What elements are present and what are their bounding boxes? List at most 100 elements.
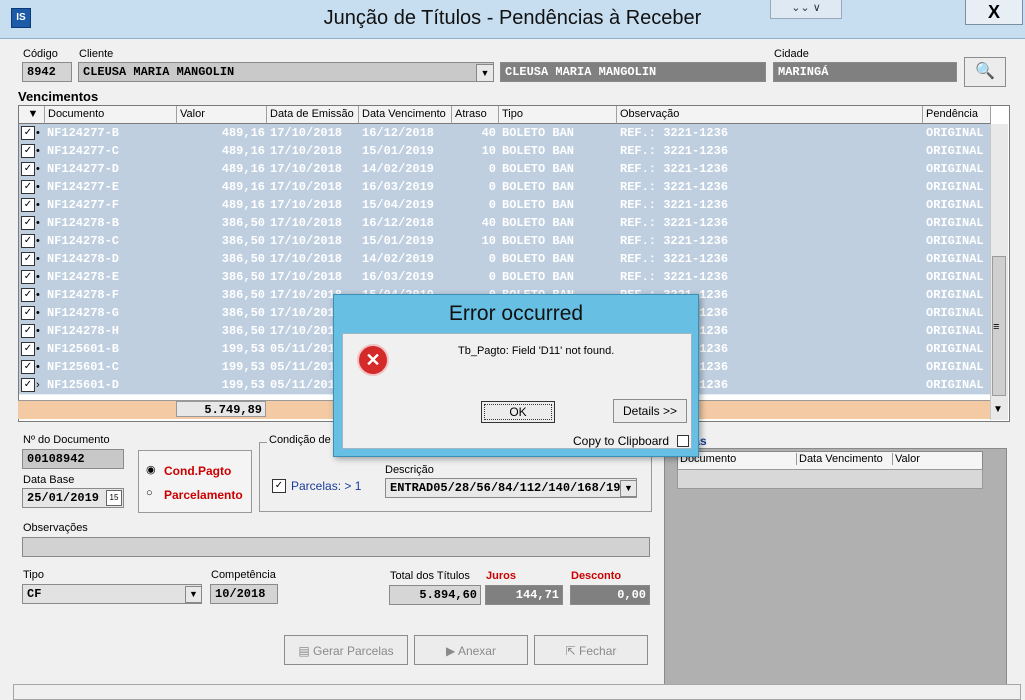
row-checkbox[interactable]: ✓: [21, 378, 35, 392]
ok-button[interactable]: OK: [481, 401, 555, 423]
row-checkbox[interactable]: ✓: [21, 126, 35, 140]
radio-cond-icon[interactable]: ◉: [146, 463, 156, 476]
cell-atraso: 0: [488, 198, 496, 212]
tipo-select[interactable]: CF: [22, 584, 202, 604]
search-button[interactable]: 🔍: [964, 57, 1006, 87]
col-observacao[interactable]: Observação: [617, 106, 923, 124]
calendar-icon[interactable]: 15: [106, 490, 122, 506]
radio-parcel-icon[interactable]: ○: [146, 487, 153, 499]
total-label: Total dos Títulos: [390, 570, 470, 582]
col-p-valor[interactable]: Valor: [892, 453, 920, 465]
parcelas-grid: Documento Data Vencimento Valor: [664, 448, 1007, 690]
row-checkbox[interactable]: ✓: [21, 180, 35, 194]
table-row[interactable]: ✓ • NF124277-F 489,16 17/10/2018 15/04/2019 0 B…: [19, 196, 991, 215]
cell-pend: ORIGINAL: [926, 360, 984, 374]
parcelas-label[interactable]: Parcelas: > 1: [291, 479, 361, 493]
vencimentos-title: Vencimentos: [18, 89, 99, 104]
cell-venc: 16/12/2018: [362, 126, 435, 140]
row-checkbox[interactable]: ✓: [21, 270, 35, 284]
desconto-field[interactable]: 0,00: [570, 585, 650, 605]
row-checkbox[interactable]: ✓: [21, 162, 35, 176]
row-checkbox[interactable]: ✓: [21, 360, 35, 374]
cell-obs: REF.: 3221-1236: [620, 270, 729, 284]
observacoes-label: Observações: [23, 522, 88, 534]
col-p-vencimento[interactable]: Data Vencimento: [796, 453, 883, 465]
row-checkbox[interactable]: ✓: [21, 234, 35, 248]
cell-tipo: BOLETO BAN: [502, 180, 575, 194]
cell-doc: NF124278-B: [47, 216, 120, 230]
col-pendencia[interactable]: Pendência: [923, 106, 991, 124]
row-checkbox[interactable]: ✓: [21, 144, 35, 158]
observacoes-field[interactable]: [22, 537, 650, 557]
radio-parcel-label[interactable]: Parcelamento: [164, 488, 243, 502]
tipo-chevron-icon[interactable]: ▼: [185, 586, 202, 603]
cell-doc: NF124278-C: [47, 234, 120, 248]
parcelas-checkbox[interactable]: ✓: [272, 479, 286, 493]
table-row[interactable]: ✓ • NF124278-D 386,50 17/10/2018 14/02/2019 0 B…: [19, 250, 991, 269]
col-valor[interactable]: Valor: [177, 106, 267, 124]
descricao-chevron-icon[interactable]: ▼: [620, 480, 637, 497]
cell-doc: NF124277-E: [47, 180, 120, 194]
col-documento[interactable]: Documento: [45, 106, 177, 124]
table-row[interactable]: ✓ • NF124277-B 489,16 17/10/2018 16/12/2018 40…: [19, 124, 991, 143]
table-row[interactable]: ✓ • NF124278-B 386,50 17/10/2018 16/12/2018 40…: [19, 214, 991, 233]
col-tipo[interactable]: Tipo: [499, 106, 617, 124]
row-checkbox[interactable]: ✓: [21, 216, 35, 230]
col-emissao[interactable]: Data de Emissão: [267, 106, 359, 124]
cell-emissao: 17/10/2018: [270, 216, 343, 230]
row-checkbox[interactable]: ✓: [21, 306, 35, 320]
cell-emissao: 17/10/2018: [270, 162, 343, 176]
cell-pend: ORIGINAL: [926, 234, 984, 248]
cell-atraso: 0: [488, 270, 496, 284]
cell-valor: 386,50: [221, 288, 265, 302]
dialog-message: Tb_Pagto: Field 'D11' not found.: [458, 345, 615, 357]
cell-atraso: 10: [481, 234, 496, 248]
row-indicator-icon: •: [36, 271, 40, 283]
clipboard-label[interactable]: Copy to Clipboard: [573, 434, 669, 448]
col-atraso[interactable]: Atraso: [452, 106, 499, 124]
col-vencimento[interactable]: Data Vencimento: [359, 106, 452, 124]
cliente-value: CLEUSA MARIA MANGOLIN: [83, 65, 235, 79]
grid-total-valor: 5.749,89: [176, 401, 266, 417]
cliente-select[interactable]: CLEUSA MARIA MANGOLIN: [78, 62, 494, 82]
anexar-button[interactable]: ▶ Anexar: [414, 635, 528, 665]
table-row[interactable]: ✓ • NF124277-E 489,16 17/10/2018 16/03/2019 0 B…: [19, 178, 991, 197]
table-row[interactable]: ✓ • NF124277-D 489,16 17/10/2018 14/02/2019 0 B…: [19, 160, 991, 179]
cell-emissao: 17/10/2018: [270, 198, 343, 212]
close-button[interactable]: X: [965, 0, 1023, 25]
chevron-down-icon[interactable]: ▼: [476, 64, 494, 82]
table-row[interactable]: ✓ • NF124278-C 386,50 17/10/2018 15/01/2019 10…: [19, 232, 991, 251]
table-row[interactable]: ✓ • NF124277-C 489,16 17/10/2018 15/01/2019 10…: [19, 142, 991, 161]
gerar-parcelas-button[interactable]: ▤ Gerar Parcelas: [284, 635, 408, 665]
row-checkbox[interactable]: ✓: [21, 198, 35, 212]
cell-emissao: 17/10/2018: [270, 270, 343, 284]
cell-obs: REF.: 3221-1236: [620, 216, 729, 230]
codigo-field[interactable]: 8942: [22, 62, 72, 82]
competencia-field[interactable]: 10/2018: [210, 584, 278, 604]
cell-pend: ORIGINAL: [926, 288, 984, 302]
row-checkbox[interactable]: ✓: [21, 324, 35, 338]
fechar-label: Fechar: [579, 644, 617, 658]
row-indicator-icon: •: [36, 325, 40, 337]
details-button[interactable]: Details >>: [613, 399, 687, 423]
filter-icon[interactable]: ▼: [19, 106, 45, 124]
cell-venc: 15/04/2019: [362, 198, 435, 212]
clipboard-checkbox[interactable]: [677, 435, 689, 447]
cell-tipo: BOLETO BAN: [502, 198, 575, 212]
fechar-button[interactable]: ⇱ Fechar: [534, 635, 648, 665]
radio-cond-label[interactable]: Cond.Pagto: [164, 464, 231, 478]
descricao-select[interactable]: ENTRAD05/28/56/84/112/140/168/196: [385, 478, 637, 498]
caption-menu-button[interactable]: ⌄⌄ ∨: [770, 0, 842, 19]
cell-emissao: 17/10/2018: [270, 144, 343, 158]
cell-valor: 199,53: [221, 378, 265, 392]
row-checkbox[interactable]: ✓: [21, 342, 35, 356]
row-indicator-icon: •: [36, 127, 40, 139]
cell-valor: 386,50: [221, 270, 265, 284]
scroll-down-icon[interactable]: ▼: [993, 404, 1003, 415]
row-checkbox[interactable]: ✓: [21, 252, 35, 266]
ndoc-field[interactable]: 00108942: [22, 449, 124, 469]
table-row[interactable]: ✓ • NF124278-E 386,50 17/10/2018 16/03/2019 0 B…: [19, 268, 991, 287]
cell-atraso: 0: [488, 252, 496, 266]
cell-pend: ORIGINAL: [926, 198, 984, 212]
row-checkbox[interactable]: ✓: [21, 288, 35, 302]
